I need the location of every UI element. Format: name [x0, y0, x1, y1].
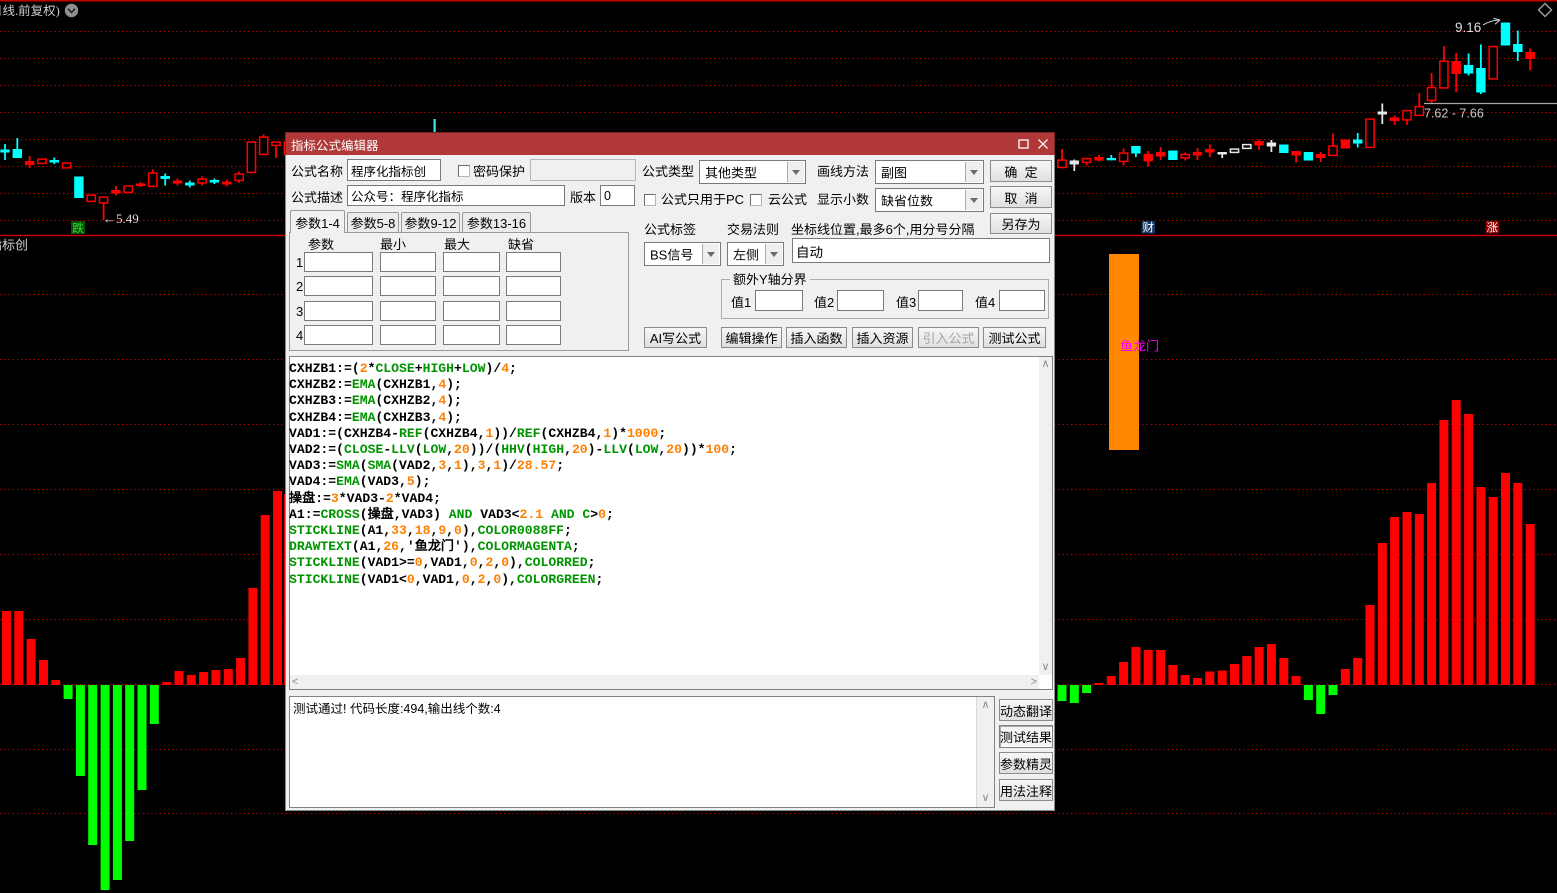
svg-text:←5.49: ←5.49: [103, 208, 139, 227]
svg-text:指标创: 指标创: [0, 235, 28, 254]
svg-text:7.62 - 7.66: 7.62 - 7.66: [1424, 107, 1484, 121]
svg-text:跌: 跌: [72, 220, 84, 237]
svg-text:涨: 涨: [1487, 220, 1499, 236]
svg-text:鱼龙门: 鱼龙门: [1120, 336, 1159, 355]
svg-text:9.16: 9.16: [1455, 20, 1481, 35]
svg-text:财: 财: [1143, 220, 1155, 236]
svg-text:日线.前复权): 日线.前复权): [0, 0, 60, 19]
